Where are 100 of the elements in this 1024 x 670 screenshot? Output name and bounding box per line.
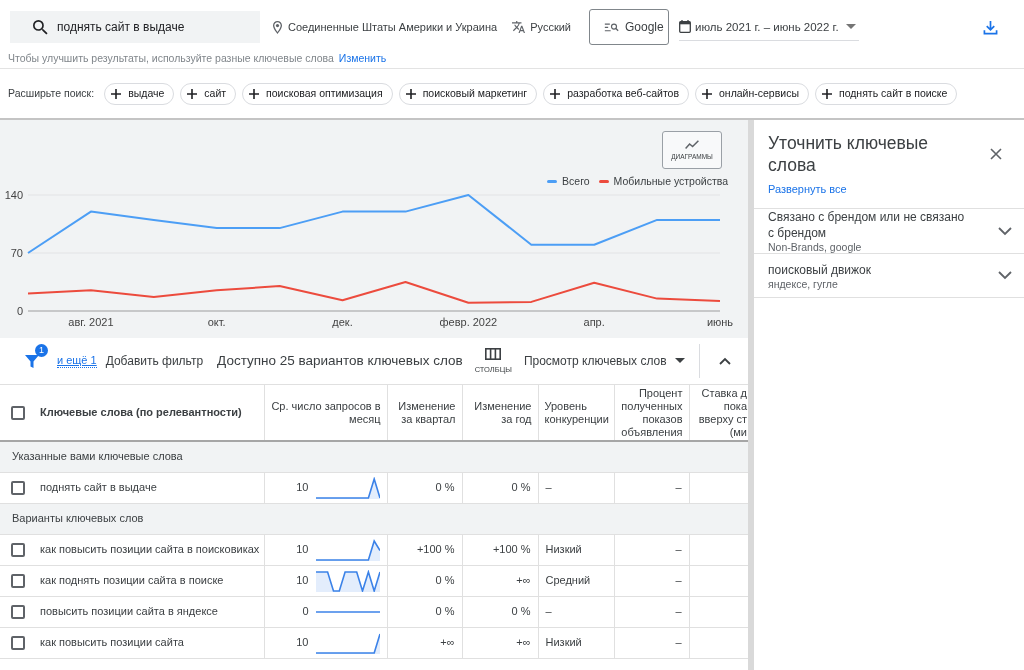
legend-label: Мобильные устройства xyxy=(613,174,728,188)
translate-icon xyxy=(512,21,526,33)
x-tick-label: дек. xyxy=(332,316,353,328)
caret-icon xyxy=(846,24,856,29)
language-selector[interactable]: Русский xyxy=(512,20,571,34)
x-tick-label: апр. xyxy=(583,316,605,328)
table-cell: +∞ xyxy=(387,627,462,658)
change-link[interactable]: Изменить xyxy=(338,51,387,65)
chevron-up-icon xyxy=(718,357,731,365)
line-chart-icon xyxy=(685,139,699,149)
section-title: Связано с брендом или не связано с брендом xyxy=(768,209,966,241)
table-cell: +∞ xyxy=(462,565,538,596)
search-icon xyxy=(33,20,48,35)
download-icon xyxy=(983,19,998,35)
plus-icon xyxy=(405,88,416,99)
keyword-cell: поднять сайт в выдаче xyxy=(30,472,264,503)
table-cell: 0 % xyxy=(462,596,538,627)
table-cell: +100 % xyxy=(462,534,538,565)
collapse-button[interactable] xyxy=(717,357,732,365)
location-selector[interactable]: Соединенные Штаты Америки и Украина xyxy=(273,20,498,34)
table-cell: – xyxy=(538,596,614,627)
group-header: Варианты ключевых слов xyxy=(0,503,748,534)
search-volume-value: 0 xyxy=(302,604,309,619)
section-summary: яндексе, гугле xyxy=(768,277,839,290)
location-pin-icon xyxy=(273,20,282,34)
search-volume-value: 10 xyxy=(296,542,309,557)
checkbox[interactable] xyxy=(11,480,25,495)
filter-icon xyxy=(25,353,39,369)
keyword-chip[interactable]: выдаче xyxy=(104,82,175,105)
search-volume-value: 10 xyxy=(296,635,309,650)
caret-icon xyxy=(674,358,685,364)
chevron-down-icon[interactable] xyxy=(998,226,1012,236)
x-tick-label: февр. 2022 xyxy=(439,316,498,328)
checkbox[interactable] xyxy=(11,542,25,557)
expand-all-link[interactable]: Развернуть все xyxy=(768,183,847,196)
plus-icon xyxy=(821,88,832,99)
keyword-chip[interactable]: поисковый маркетинг xyxy=(398,82,538,105)
checkbox[interactable] xyxy=(11,604,25,619)
search-volume-value: 10 xyxy=(296,480,309,495)
columns-icon xyxy=(485,348,502,360)
keyword-chip[interactable]: разработка веб-сайтов xyxy=(543,82,689,105)
more-filters-link[interactable]: и ещё 1 xyxy=(57,354,97,368)
search-volume-value: 10 xyxy=(296,573,309,588)
keyword-chip[interactable]: поисковая оптимизация xyxy=(242,82,393,105)
keyword-cell: как повысить позиции сайта в поисковиках xyxy=(30,534,264,565)
trend-sparkline xyxy=(315,610,380,613)
table-cell: – xyxy=(538,472,614,503)
keyword-count-title: Доступно 25 вариантов ключевых слов xyxy=(217,352,463,370)
plus-icon xyxy=(187,88,198,99)
table-cell: Низкий xyxy=(538,627,614,658)
table-cell: – xyxy=(614,472,689,503)
table-cell: – xyxy=(614,627,689,658)
table-cell: 0 % xyxy=(462,472,538,503)
trend-sparkline xyxy=(315,631,380,654)
x-tick-label: авг. 2021 xyxy=(68,316,114,328)
plus-icon xyxy=(111,88,122,99)
table-cell: Средний xyxy=(538,565,614,596)
chevron-down-icon[interactable] xyxy=(998,271,1012,280)
legend-label: Всего xyxy=(562,174,590,188)
date-range-dropdown[interactable]: июль 2021 г. – июнь 2022 г. xyxy=(679,13,859,41)
keyword-cell: как повысить позиции сайта xyxy=(30,627,264,658)
calendar-icon xyxy=(679,20,691,33)
table-cell: 0 % xyxy=(387,596,462,627)
keyword-chip[interactable]: сайт xyxy=(180,82,237,105)
table-cell: Низкий xyxy=(538,534,614,565)
download-button[interactable] xyxy=(983,19,998,35)
y-tick-label: 0 xyxy=(16,305,23,317)
y-tick-label: 140 xyxy=(4,189,23,201)
plus-icon xyxy=(249,88,260,99)
trend-sparkline xyxy=(315,569,380,592)
checkbox[interactable] xyxy=(11,635,25,650)
x-tick-label: окт. xyxy=(207,316,226,328)
table-cell: – xyxy=(614,596,689,627)
section-summary: Non-Brands, google xyxy=(768,241,863,253)
checkbox[interactable] xyxy=(11,405,25,420)
broaden-search-label: Расширьте поиск: xyxy=(8,87,95,100)
table-cell: 0 % xyxy=(387,472,462,503)
x-tick-label: июнь xyxy=(706,316,734,328)
trend-sparkline xyxy=(315,476,380,499)
table-cell: – xyxy=(614,565,689,596)
search-field[interactable]: поднять сайт в выдаче xyxy=(10,11,260,43)
table-cell: 0 % xyxy=(387,565,462,596)
hint-text: Чтобы улучшить результаты, используйте разные ключевые слова xyxy=(8,51,334,65)
keyword-cell: как поднять позиции сайта в поиске xyxy=(30,565,264,596)
checkbox[interactable] xyxy=(11,573,25,588)
keyword-chip[interactable]: онлайн-сервисы xyxy=(695,82,809,105)
network-selector[interactable]: Google xyxy=(589,9,669,45)
plus-icon xyxy=(550,88,561,99)
trend-sparkline xyxy=(315,538,380,561)
close-button[interactable] xyxy=(990,148,1002,160)
panel-title: Уточнить ключевые слова xyxy=(768,132,930,176)
table-cell: +∞ xyxy=(462,627,538,658)
keyword-view-dropdown[interactable]: Просмотр ключевых слов xyxy=(523,353,685,369)
y-tick-label: 70 xyxy=(10,247,23,259)
keyword-chip[interactable]: поднять сайт в поиске xyxy=(814,82,958,105)
section-title: поисковый движок xyxy=(768,261,872,278)
search-list-icon xyxy=(604,22,619,32)
plus-icon xyxy=(702,88,712,99)
add-filter-button[interactable]: Добавить фильтр xyxy=(105,353,204,369)
keyword-cell: повысить позиции сайта в яндексе xyxy=(30,596,264,627)
